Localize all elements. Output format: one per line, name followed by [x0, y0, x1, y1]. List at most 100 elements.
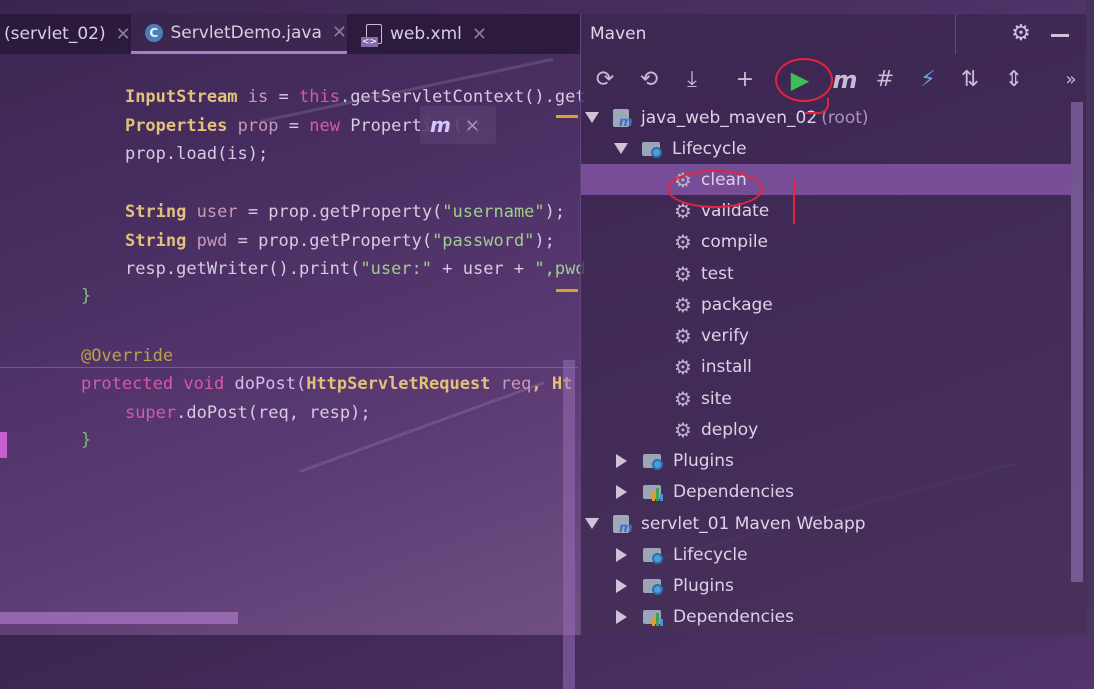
- tree-item-label: servlet_01 Maven Webapp: [641, 513, 866, 534]
- divider: [955, 14, 956, 54]
- show-dependencies-icon[interactable]: ⇅: [954, 64, 986, 96]
- tree-item-label: Lifecycle: [673, 544, 748, 565]
- gear-icon: ⚙: [674, 417, 692, 442]
- lifecycle-folder-icon: [642, 139, 664, 159]
- chevron-down-icon[interactable]: [585, 518, 599, 529]
- tree-item-label: Plugins: [673, 575, 734, 596]
- reload-icon[interactable]: ⟳: [589, 64, 621, 96]
- tree-item-goal-install[interactable]: ⚙ install: [581, 351, 1071, 382]
- code-line: super.doPost(req, resp);: [124, 403, 371, 423]
- close-icon[interactable]: ✕: [472, 24, 487, 45]
- tree-item-goal-compile[interactable]: ⚙ compile: [581, 226, 1071, 257]
- code-line: InputStream is = this.getServletContext(…: [124, 87, 586, 107]
- tree-item-plugins[interactable]: Plugins: [581, 570, 1071, 601]
- maven-title: Maven: [590, 24, 647, 44]
- tree-item-goal-deploy[interactable]: ⚙ deploy: [581, 414, 1071, 445]
- gear-icon: ⚙: [674, 386, 692, 411]
- skip-tests-icon[interactable]: #: [869, 64, 901, 96]
- chevron-down-icon[interactable]: [585, 112, 599, 123]
- chevron-right-icon[interactable]: [616, 578, 627, 593]
- close-icon[interactable]: ✕: [332, 22, 347, 43]
- code-line: String pwd = prop.getProperty("password"…: [124, 231, 555, 251]
- chevron-down-icon[interactable]: [614, 143, 628, 154]
- editor-tab-bar: (servlet_02) ✕ C ServletDemo.java ✕ <> w…: [0, 14, 580, 54]
- code-line: @Override: [80, 346, 174, 366]
- annotation-circle: [775, 58, 833, 102]
- gear-icon: ⚙: [674, 323, 692, 348]
- collapse-all-icon[interactable]: ⇕: [998, 64, 1030, 96]
- chevron-right-icon[interactable]: [616, 547, 627, 562]
- lifecycle-folder-icon: [643, 545, 665, 565]
- tree-item-goal-test[interactable]: ⚙ test: [581, 258, 1071, 289]
- tab-servlet-02[interactable]: (servlet_02) ✕: [0, 14, 132, 54]
- tree-item-label: package: [701, 294, 773, 315]
- chevron-right-icon[interactable]: [616, 453, 627, 468]
- java-class-icon: C: [145, 23, 163, 42]
- tab-web-xml[interactable]: <> web.xml ✕: [350, 14, 504, 54]
- code-line: resp.getWriter().print("user:" + user + …: [124, 259, 586, 279]
- gutter-marker: [0, 432, 7, 458]
- tab-servletdemo-java[interactable]: C ServletDemo.java ✕: [131, 14, 347, 54]
- tree-item-label: compile: [701, 231, 769, 252]
- close-icon[interactable]: ✕: [116, 24, 131, 45]
- close-icon[interactable]: ×: [465, 115, 480, 136]
- tab-label: (servlet_02): [4, 24, 106, 44]
- tree-item-label: Lifecycle: [672, 138, 747, 159]
- annotation-mark: [793, 180, 795, 224]
- editor-vertical-scrollbar[interactable]: [563, 360, 575, 689]
- tree-item-goal-validate[interactable]: ⚙ validate: [581, 195, 1071, 226]
- tree-item-project[interactable]: m servlet_01 Maven Webapp: [581, 508, 1071, 539]
- editor-horizontal-scrollbar[interactable]: [0, 612, 238, 624]
- xml-file-icon: <>: [361, 24, 382, 47]
- minimize-icon[interactable]: [1051, 34, 1069, 37]
- chevron-right-icon[interactable]: [616, 484, 627, 499]
- dependencies-folder-icon: [643, 482, 665, 502]
- tree-item-label: deploy: [701, 419, 759, 440]
- gear-icon: ⚙: [674, 229, 692, 254]
- plugins-folder-icon: [643, 576, 665, 596]
- gear-icon[interactable]: ⚙: [1009, 22, 1033, 46]
- tree-item-dependencies[interactable]: Dependencies: [581, 601, 1071, 632]
- warning-marker[interactable]: [556, 289, 578, 292]
- maven-reload-icon[interactable]: m: [430, 113, 451, 137]
- tree-item-goal-site[interactable]: ⚙ site: [581, 383, 1071, 414]
- tree-item-label: Plugins: [673, 450, 734, 471]
- warning-marker[interactable]: [556, 115, 578, 118]
- chevron-right-icon[interactable]: [616, 609, 627, 624]
- code-line: protected void doPost(HttpServletRequest…: [80, 374, 573, 394]
- gear-icon: ⚙: [674, 261, 692, 286]
- root-tag: (root): [821, 107, 869, 128]
- generate-sources-icon[interactable]: ⟲: [633, 64, 665, 96]
- gear-icon: ⚙: [674, 354, 692, 379]
- annotation-mark: [805, 98, 829, 114]
- tree-item-plugins[interactable]: Plugins: [581, 445, 1071, 476]
- tree-item-goal-verify[interactable]: ⚙ verify: [581, 320, 1071, 351]
- tree-item-label: install: [701, 356, 752, 377]
- maven-reload-popup[interactable]: m ×: [420, 106, 496, 144]
- code-line: }: [80, 430, 92, 450]
- download-icon[interactable]: ⤓: [676, 64, 708, 96]
- tree-item-goal-package[interactable]: ⚙ package: [581, 289, 1071, 320]
- maven-project-icon: m: [613, 513, 633, 536]
- tree-item-lifecycle[interactable]: Lifecycle: [581, 539, 1071, 570]
- tree-item-dependencies[interactable]: Dependencies: [581, 476, 1071, 507]
- offline-icon[interactable]: ⚡: [912, 64, 944, 96]
- code-line: prop.load(is);: [124, 144, 269, 164]
- tree-item-label: test: [701, 263, 734, 284]
- maven-vertical-scrollbar[interactable]: [1071, 102, 1083, 582]
- maven-goal-icon[interactable]: m: [829, 64, 861, 96]
- gear-icon: ⚙: [674, 292, 692, 317]
- tab-label: ServletDemo.java: [170, 22, 322, 43]
- maven-project-icon: m: [613, 107, 633, 130]
- tree-item-lifecycle[interactable]: Lifecycle: [581, 133, 1071, 164]
- maven-toolbar: ⟳ ⟲ ⤓ + ▶ m # ⚡ ⇅ ⇕ »: [581, 60, 1087, 100]
- right-tool-strip: [1086, 0, 1094, 635]
- code-line: }: [80, 286, 92, 306]
- dependencies-folder-icon: [643, 607, 665, 627]
- add-icon[interactable]: +: [729, 64, 761, 96]
- tree-item-goal-clean[interactable]: ⚙ clean: [581, 164, 1071, 195]
- tree-item-label: Dependencies: [673, 606, 794, 627]
- tab-label: web.xml: [390, 24, 462, 44]
- plugins-folder-icon: [643, 451, 665, 471]
- more-icon[interactable]: »: [1055, 64, 1087, 96]
